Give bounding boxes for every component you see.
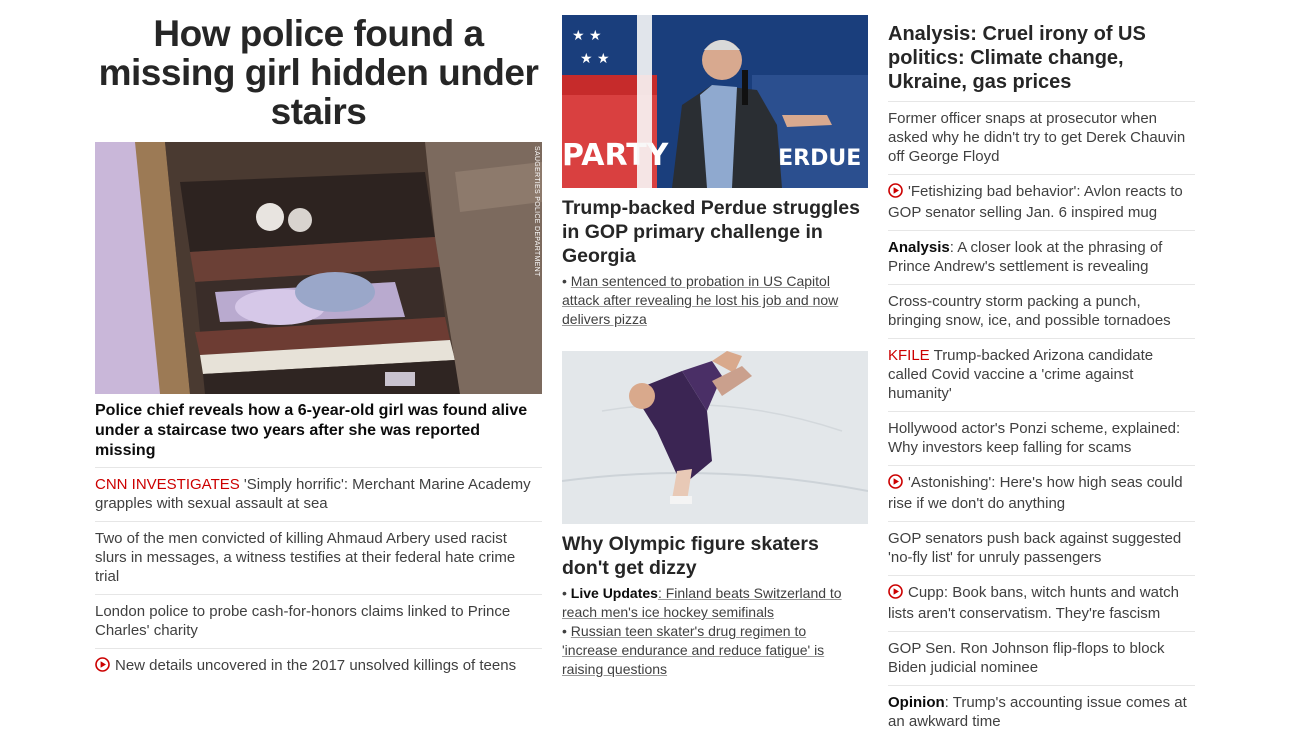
hero-title[interactable]: How police found a missing girl hidden u… xyxy=(95,14,542,131)
headline-text: Two of the men convicted of killing Ahma… xyxy=(95,530,516,585)
kicker-label: CNN INVESTIGATES xyxy=(95,476,240,493)
figure-skater-illustration xyxy=(562,351,868,524)
play-circle-icon xyxy=(888,474,903,494)
list-item[interactable]: Opinion: Trump's accounting issue comes … xyxy=(888,685,1195,739)
list-item[interactable]: KFILE Trump-backed Arizona candidate cal… xyxy=(888,338,1195,411)
headline-text: Former officer snaps at prosecutor when … xyxy=(888,110,1186,165)
list-item[interactable]: GOP senators push back against suggested… xyxy=(888,521,1195,575)
headline-text: GOP Sen. Ron Johnson flip-flops to block… xyxy=(888,640,1165,676)
lead-story-list: CNN INVESTIGATES 'Simply horrific': Merc… xyxy=(95,467,542,685)
perdue-image[interactable]: ★ ★ ★ ★ PARTY PERDUE xyxy=(562,15,868,188)
headline-text: Hollywood actor's Ponzi scheme, explaine… xyxy=(888,420,1181,456)
play-circle-icon xyxy=(888,183,903,203)
svg-text:★ ★: ★ ★ xyxy=(572,28,602,44)
related-link-text: Russian teen skater's drug regimen to 'i… xyxy=(562,623,825,677)
headline-text: Cross-country storm packing a punch, bri… xyxy=(888,293,1171,329)
related-link[interactable]: • Man sentenced to probation in US Capit… xyxy=(562,272,852,329)
related-link[interactable]: • Live Updates: Finland beats Switzerlan… xyxy=(562,584,852,622)
headline-text: 'Astonishing': Here's how high seas coul… xyxy=(888,474,1183,512)
list-item[interactable]: Cupp: Book bans, witch hunts and watch l… xyxy=(888,575,1195,631)
list-item[interactable]: Cross-country storm packing a punch, bri… xyxy=(888,284,1195,338)
svg-text:★ ★: ★ ★ xyxy=(580,51,610,67)
related-link-text: Man sentenced to probation in US Capitol… xyxy=(562,273,839,327)
hero-headline[interactable]: Police chief reveals how a 6-year-old gi… xyxy=(95,401,542,461)
opinion-label: Opinion xyxy=(888,694,945,711)
list-item[interactable]: GOP Sen. Ron Johnson flip-flops to block… xyxy=(888,631,1195,685)
staircase-illustration xyxy=(95,142,542,394)
play-circle-icon xyxy=(888,584,903,604)
list-item[interactable]: New details uncovered in the 2017 unsolv… xyxy=(95,648,542,685)
list-item[interactable]: 'Fetishizing bad behavior': Avlon reacts… xyxy=(888,174,1195,230)
headline-text: Cupp: Book bans, witch hunts and watch l… xyxy=(888,584,1179,622)
right-story-list: Former officer snaps at prosecutor when … xyxy=(888,101,1195,739)
list-item[interactable]: Hollywood actor's Ponzi scheme, explaine… xyxy=(888,411,1195,465)
skater-image[interactable] xyxy=(562,351,868,524)
kicker-label: KFILE xyxy=(888,347,930,364)
perdue-related-list: • Man sentenced to probation in US Capit… xyxy=(562,272,852,329)
perdue-rally-illustration: ★ ★ ★ ★ PARTY PERDUE xyxy=(562,15,868,188)
related-link[interactable]: • Russian teen skater's drug regimen to … xyxy=(562,622,852,679)
list-item[interactable]: London police to probe cash-for-honors c… xyxy=(95,594,542,648)
live-updates-label: Live Updates xyxy=(570,585,658,601)
skater-headline[interactable]: Why Olympic figure skaters don't get diz… xyxy=(562,532,868,580)
sign-party-text: PARTY xyxy=(562,138,670,173)
play-circle-icon xyxy=(95,657,110,677)
skater-related-list: • Live Updates: Finland beats Switzerlan… xyxy=(562,584,852,679)
analysis-headline[interactable]: Analysis: Cruel irony of US politics: Cl… xyxy=(888,22,1195,94)
hero-image-staircase[interactable]: SAUGERTIES POLICE DEPARTMENT xyxy=(95,142,542,394)
headline-text: GOP senators push back against suggested… xyxy=(888,530,1182,566)
headline-text: New details uncovered in the 2017 unsolv… xyxy=(115,657,517,674)
lead-story-column: How police found a missing girl hidden u… xyxy=(95,0,542,674)
headline-text: 'Fetishizing bad behavior': Avlon reacts… xyxy=(888,183,1183,221)
list-item[interactable]: Analysis: A closer look at the phrasing … xyxy=(888,230,1195,284)
list-item[interactable]: Former officer snaps at prosecutor when … xyxy=(888,101,1195,174)
headline-text: London police to probe cash-for-honors c… xyxy=(95,603,511,639)
photo-credit: SAUGERTIES POLICE DEPARTMENT xyxy=(533,146,540,277)
list-item[interactable]: 'Astonishing': Here's how high seas coul… xyxy=(888,465,1195,521)
list-item[interactable]: Two of the men convicted of killing Ahma… xyxy=(95,521,542,594)
analysis-label: Analysis xyxy=(888,239,950,256)
perdue-headline[interactable]: Trump-backed Perdue struggles in GOP pri… xyxy=(562,196,868,268)
list-item[interactable]: CNN INVESTIGATES 'Simply horrific': Merc… xyxy=(95,467,542,521)
